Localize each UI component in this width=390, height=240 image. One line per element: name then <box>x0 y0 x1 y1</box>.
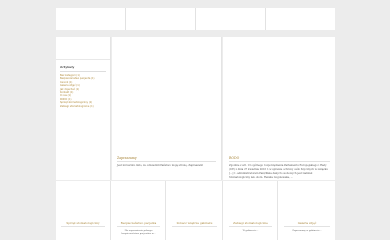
sidebar-divider <box>60 71 106 72</box>
post-divider <box>117 161 216 162</box>
bottom-card-divider <box>172 226 217 227</box>
bottom-card-title[interactable]: Galeria zdjęć <box>279 221 335 225</box>
nav-cell[interactable] <box>196 8 266 30</box>
bottom-card[interactable]: Galeria zdjęć Zapraszamy w gabinecie... <box>279 181 335 240</box>
bottom-card-text: W gabinecie... <box>242 229 259 232</box>
bottom-card-divider <box>61 226 105 227</box>
bottom-card-text: Zapraszamy w gabinecie... <box>292 229 322 232</box>
bottom-card-title[interactable]: Bezpieczeństwo pacjenta <box>112 221 165 225</box>
category-list: Bez kategorii (1) Bezpieczeństwo pacjent… <box>60 74 94 108</box>
bottom-card[interactable]: Sprzęt stomatologiczny <box>56 181 111 240</box>
bottom-card-title[interactable]: Sprzęt stomatologiczny <box>56 221 110 225</box>
post-card-rodo: RODO Zgodnie z art. 13 ogólnego rozporzą… <box>223 37 335 209</box>
sidebar-title: Artykuły <box>60 65 75 69</box>
top-navigation-bar <box>56 8 335 30</box>
post-card-zapraszamy: Zapraszamy Jest mi bardzo miło, że odwie… <box>112 37 222 209</box>
sidebar-header-area <box>56 37 110 60</box>
bottom-card-divider <box>229 226 272 227</box>
nav-cell[interactable] <box>266 8 335 30</box>
bottom-card[interactable]: Zabiegi stomatologiczne W gabinecie... <box>224 181 278 240</box>
nav-cell[interactable] <box>126 8 196 30</box>
bottom-card-text: Dla zapewnienia pełnego bezpieczeństwa p… <box>121 229 156 236</box>
bottom-card[interactable]: Zobacz wnętrze gabinetu <box>167 181 223 240</box>
sidebar: Artykuły Bez kategorii (1) Bezpieczeństw… <box>56 37 111 180</box>
category-link[interactable]: Zabiegi stomatologiczne (1) <box>60 105 94 108</box>
nav-cell[interactable] <box>56 8 126 30</box>
post-excerpt: Zgodnie z art. 13 ogólnego rozporządzeni… <box>229 164 328 179</box>
post-title[interactable]: Zapraszamy <box>117 156 137 160</box>
bottom-card-title[interactable]: Zobacz wnętrze gabinetu <box>167 221 222 225</box>
bottom-cards-row: Sprzęt stomatologiczny Bezpieczeństwo pa… <box>56 181 335 240</box>
bottom-card-divider <box>284 226 330 227</box>
bottom-card-title[interactable]: Zabiegi stomatologiczne <box>224 221 277 225</box>
post-excerpt: Jest mi bardzo miło, że odwiedzili Państ… <box>117 164 204 167</box>
bottom-card-divider <box>117 226 160 227</box>
bottom-card[interactable]: Bezpieczeństwo pacjenta Dla zapewnienia … <box>112 181 166 240</box>
post-title[interactable]: RODO <box>229 156 239 160</box>
post-divider <box>229 161 330 162</box>
